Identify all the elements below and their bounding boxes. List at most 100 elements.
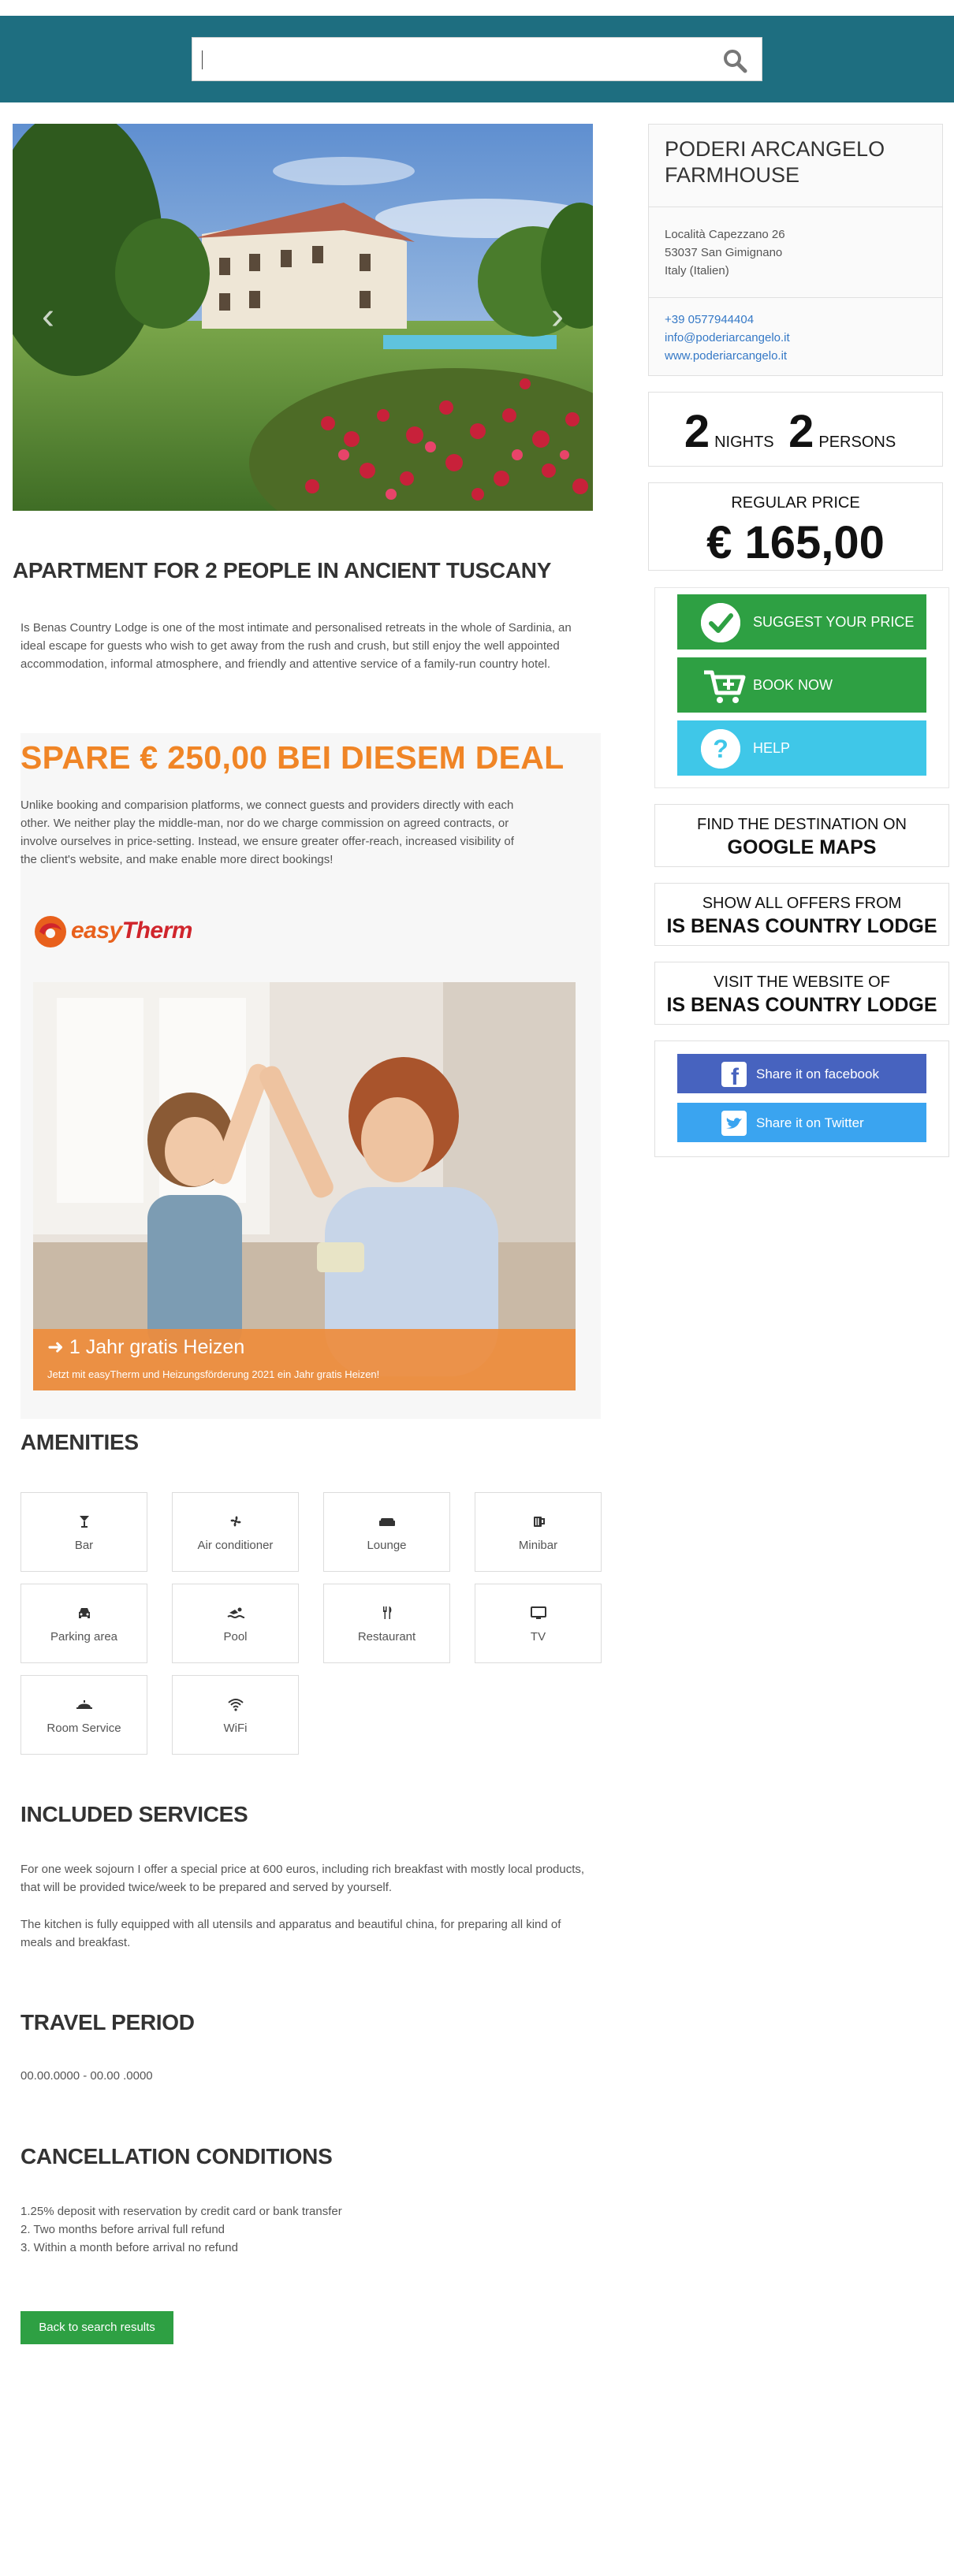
check-icon: [701, 603, 740, 642]
cart-icon: [701, 666, 746, 705]
amenity-item: Bar: [20, 1492, 147, 1572]
amenity-item: Lounge: [323, 1492, 450, 1572]
included-services-text-2: The kitchen is fully equipped with all u…: [20, 1918, 561, 1949]
back-to-results-button[interactable]: Back to search results: [20, 2311, 173, 2344]
amenity-label: Parking area: [50, 1630, 118, 1644]
property-name: PODERI ARCANGELO FARMHOUSE: [665, 137, 885, 187]
amenity-item: Room Service: [20, 1675, 147, 1755]
amenity-label: Air conditioner: [197, 1539, 274, 1552]
google-maps-link[interactable]: FIND THE DESTINATION ON GOOGLE MAPS: [654, 804, 949, 867]
persons-label: PERSONS: [818, 434, 896, 451]
wifi-icon: [173, 1696, 298, 1712]
hero-image: ‹ ›: [13, 124, 593, 511]
amenity-label: Minibar: [518, 1539, 558, 1552]
ad-banner-subtitle: Jetzt mit easyTherm und Heizungsförderun…: [47, 1368, 380, 1380]
address-line-3: Italy (Italien): [665, 264, 729, 277]
deal-section: SPARE € 250,00 BEI DIESEM DEAL Unlike bo…: [20, 733, 601, 1419]
help-label: HELP: [753, 740, 791, 756]
persons-count: 2: [788, 406, 814, 457]
car-icon: [21, 1605, 147, 1621]
mug-icon: [475, 1513, 601, 1529]
amenity-item: Pool: [172, 1584, 299, 1663]
swirl-logo-icon: [35, 916, 66, 947]
monitor-icon: [475, 1605, 601, 1621]
logo-text-therm: Therm: [121, 918, 193, 944]
cutlery-icon: [324, 1605, 449, 1621]
cancellation-title: CANCELLATION CONDITIONS: [20, 2144, 333, 2168]
share-twitter-label: Share it on Twitter: [756, 1115, 864, 1130]
bar-icon: [21, 1513, 147, 1529]
share-box: f Share it on facebook Share it on Twitt…: [654, 1040, 949, 1157]
travel-period-value: 00.00.0000 - 00.00 .0000: [20, 2069, 153, 2083]
amenity-label: TV: [530, 1630, 546, 1644]
ad-banner-title: 1 Jahr gratis Heizen: [69, 1336, 245, 1358]
included-services-text-1: For one week sojourn I offer a special p…: [20, 1863, 585, 1894]
carousel-prev-icon[interactable]: ‹: [36, 298, 60, 336]
amenity-item: WiFi: [172, 1675, 299, 1755]
amenity-label: Pool: [223, 1630, 248, 1644]
phone-link[interactable]: +39 0577944404: [665, 311, 790, 329]
regular-price-value: € 165,00: [706, 517, 885, 568]
nights-persons-box: 2 NIGHTS 2 PERSONS: [648, 392, 943, 467]
ad-image[interactable]: ➜ 1 Jahr gratis Heizen Jetzt mit easyThe…: [33, 982, 576, 1390]
book-now-button[interactable]: BOOK NOW: [677, 657, 926, 713]
sofa-icon: [324, 1513, 449, 1529]
header-bar: [0, 16, 954, 102]
swimmer-icon: [173, 1605, 298, 1621]
google-maps-line-1: FIND THE DESTINATION ON: [697, 816, 907, 833]
bell-icon: [21, 1696, 147, 1712]
page-title: APARTMENT FOR 2 PEOPLE IN ANCIENT TUSCAN…: [13, 558, 552, 583]
cancellation-line-1: 1.25% deposit with reservation by credit…: [20, 2205, 342, 2218]
deal-text: Unlike booking and comparision platforms…: [20, 798, 514, 866]
amenity-label: Restaurant: [357, 1630, 416, 1644]
text-caret: [202, 50, 203, 69]
arrow-right-icon: ➜: [47, 1336, 69, 1358]
easytherm-logo[interactable]: easyTherm: [32, 908, 229, 955]
travel-period-title: TRAVEL PERIOD: [20, 2010, 195, 2034]
deal-title: SPARE € 250,00 BEI DIESEM DEAL: [20, 739, 565, 776]
email-link[interactable]: info@poderiarcangelo.it: [665, 329, 790, 347]
amenity-label: Room Service: [47, 1722, 121, 1735]
carousel-next-icon[interactable]: ›: [546, 298, 569, 336]
amenity-item: Minibar: [475, 1492, 602, 1572]
amenities-title: AMENITIES: [20, 1430, 139, 1454]
visit-website-line-1: VISIT THE WEBSITE OF: [714, 973, 890, 991]
svg-text:f: f: [731, 1064, 740, 1087]
action-buttons: SUGGEST YOUR PRICE BOOK NOW ? HELP: [654, 587, 949, 788]
divider: [649, 297, 942, 298]
fan-icon: [173, 1513, 298, 1529]
help-button[interactable]: ? HELP: [677, 720, 926, 776]
cancellation-line-3: 3. Within a month before arrival no refu…: [20, 2241, 238, 2254]
suggest-price-label: SUGGEST YOUR PRICE: [753, 614, 915, 630]
ad-banner: ➜ 1 Jahr gratis Heizen Jetzt mit easyThe…: [33, 1329, 576, 1390]
nights-label: NIGHTS: [714, 434, 774, 451]
share-facebook-label: Share it on facebook: [756, 1067, 879, 1081]
question-icon: ?: [701, 729, 740, 769]
amenity-item: Restaurant: [323, 1584, 450, 1663]
amenity-item: Air conditioner: [172, 1492, 299, 1572]
all-offers-link[interactable]: SHOW ALL OFFERS FROM IS BENAS COUNTRY LO…: [654, 883, 949, 946]
search-icon[interactable]: [722, 48, 747, 73]
property-card: PODERI ARCANGELO FARMHOUSE Località Cape…: [648, 124, 943, 376]
nights-count: 2: [684, 406, 710, 457]
book-now-label: BOOK NOW: [753, 677, 833, 693]
search-box[interactable]: [192, 37, 762, 81]
logo-text-easy: easy: [71, 918, 122, 944]
search-input[interactable]: [208, 46, 697, 74]
website-link[interactable]: www.poderiarcangelo.it: [665, 347, 790, 365]
visit-website-link[interactable]: VISIT THE WEBSITE OF IS BENAS COUNTRY LO…: [654, 962, 949, 1025]
visit-website-line-2: IS BENAS COUNTRY LODGE: [666, 994, 937, 1016]
google-maps-line-2: GOOGLE MAPS: [727, 836, 877, 858]
svg-text:?: ?: [713, 735, 729, 763]
intro-text: Is Benas Country Lodge is one of the mos…: [20, 621, 572, 671]
amenity-label: Lounge: [367, 1539, 407, 1552]
regular-price-box: REGULAR PRICE € 165,00: [648, 482, 943, 571]
share-twitter-button[interactable]: Share it on Twitter: [677, 1103, 926, 1142]
amenity-item: TV: [475, 1584, 602, 1663]
amenity-item: Parking area: [20, 1584, 147, 1663]
share-facebook-button[interactable]: f Share it on facebook: [677, 1054, 926, 1093]
amenity-label: Bar: [74, 1539, 94, 1552]
facebook-icon: f: [721, 1062, 747, 1090]
address-line-1: Località Capezzano 26: [665, 228, 785, 241]
suggest-price-button[interactable]: SUGGEST YOUR PRICE: [677, 594, 926, 650]
